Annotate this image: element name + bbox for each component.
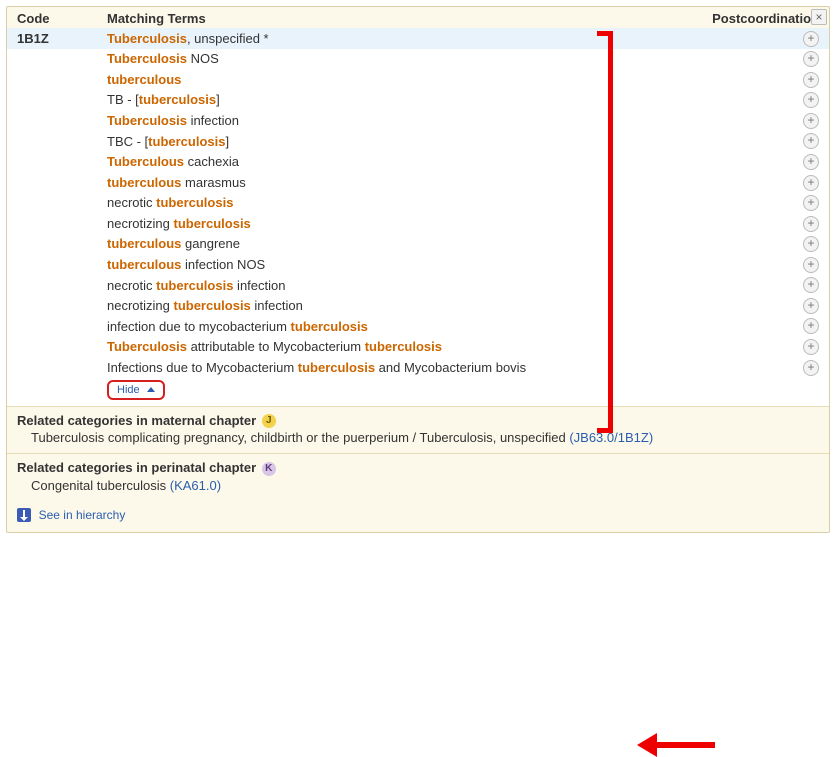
chapter-chip-j: J (262, 414, 276, 428)
result-postcoord: + (699, 277, 819, 294)
postcoord-add-icon[interactable]: + (803, 298, 819, 314)
result-postcoord: + (699, 256, 819, 273)
perinatal-code-link[interactable]: (KA61.0) (170, 478, 221, 493)
postcoord-add-icon[interactable]: + (803, 257, 819, 273)
postcoord-add-icon[interactable]: + (803, 360, 819, 376)
result-row[interactable]: TBC - [tuberculosis] + (7, 131, 829, 152)
header-terms: Matching Terms (107, 11, 699, 26)
result-postcoord: + (699, 195, 819, 212)
hide-row-wrap: Hide (7, 378, 829, 406)
result-term: tuberculous (107, 72, 699, 87)
result-postcoord: + (699, 318, 819, 335)
maternal-section: Related categories in maternal chapter J… (7, 406, 829, 454)
result-row[interactable]: Tuberculosis attributable to Mycobacteri… (7, 336, 829, 357)
result-row[interactable]: Tuberculous cachexia + (7, 151, 829, 172)
result-term: necrotizing tuberculosis infection (107, 298, 699, 313)
result-row[interactable]: TB - [tuberculosis] + (7, 90, 829, 111)
result-term: TB - [tuberculosis] (107, 92, 699, 107)
postcoord-add-icon[interactable]: + (803, 195, 819, 211)
result-postcoord: + (699, 359, 819, 376)
result-term: Tuberculosis NOS (107, 51, 699, 66)
postcoord-add-icon[interactable]: + (803, 92, 819, 108)
perinatal-text: Congenital tuberculosis (31, 478, 170, 493)
hierarchy-icon (17, 508, 31, 522)
result-code: 1B1Z (17, 31, 107, 46)
result-postcoord: + (699, 71, 819, 88)
result-term: necrotizing tuberculosis (107, 216, 699, 231)
result-term: necrotic tuberculosis infection (107, 278, 699, 293)
maternal-text: Tuberculosis complicating pregnancy, chi… (31, 430, 569, 445)
result-term: TBC - [tuberculosis] (107, 134, 699, 149)
result-postcoord: + (699, 153, 819, 170)
maternal-title: Related categories in maternal chapter (17, 413, 256, 428)
postcoord-add-icon[interactable]: + (803, 154, 819, 170)
result-term: tuberculous marasmus (107, 175, 699, 190)
result-postcoord: + (699, 236, 819, 253)
result-row[interactable]: tuberculous + (7, 69, 829, 90)
postcoord-add-icon[interactable]: + (803, 236, 819, 252)
result-postcoord: + (699, 174, 819, 191)
result-postcoord: + (699, 215, 819, 232)
result-row[interactable]: infection due to mycobacterium tuberculo… (7, 316, 829, 337)
result-term: Tuberculosis infection (107, 113, 699, 128)
maternal-code-link[interactable]: (JB63.0/1B1Z) (569, 430, 653, 445)
close-icon[interactable]: × (811, 9, 827, 25)
postcoord-add-icon[interactable]: + (803, 72, 819, 88)
caret-up-icon (147, 387, 155, 392)
result-term: Tuberculosis attributable to Mycobacteri… (107, 339, 699, 354)
perinatal-title: Related categories in perinatal chapter (17, 460, 256, 475)
result-row[interactable]: tuberculous marasmus + (7, 172, 829, 193)
maternal-body: Tuberculosis complicating pregnancy, chi… (17, 428, 819, 451)
result-row[interactable]: tuberculous infection NOS + (7, 254, 829, 275)
result-postcoord: + (699, 112, 819, 129)
perinatal-body: Congenital tuberculosis (KA61.0) (17, 476, 819, 499)
postcoord-add-icon[interactable]: + (803, 133, 819, 149)
postcoord-add-icon[interactable]: + (803, 31, 819, 47)
postcoord-add-icon[interactable]: + (803, 339, 819, 355)
result-postcoord: + (699, 30, 819, 47)
postcoord-add-icon[interactable]: + (803, 175, 819, 191)
result-term: tuberculous infection NOS (107, 257, 699, 272)
hide-toggle[interactable]: Hide (107, 380, 165, 400)
result-row[interactable]: Infections due to Mycobacterium tubercul… (7, 357, 829, 378)
result-postcoord: + (699, 338, 819, 355)
result-postcoord: + (699, 51, 819, 68)
postcoord-add-icon[interactable]: + (803, 113, 819, 129)
chapter-chip-k: K (262, 462, 276, 476)
postcoord-add-icon[interactable]: + (803, 51, 819, 67)
result-row[interactable]: necrotizing tuberculosis infection + (7, 295, 829, 316)
result-term: infection due to mycobacterium tuberculo… (107, 319, 699, 334)
postcoord-add-icon[interactable]: + (803, 277, 819, 293)
result-row[interactable]: necrotizing tuberculosis + (7, 213, 829, 234)
result-postcoord: + (699, 297, 819, 314)
result-term: necrotic tuberculosis (107, 195, 699, 210)
header-code: Code (17, 11, 107, 26)
see-in-hierarchy-link[interactable]: See in hierarchy (39, 508, 126, 522)
result-term: Tuberculosis, unspecified * (107, 31, 699, 46)
perinatal-section: Related categories in perinatal chapter … (7, 453, 829, 501)
result-term: tuberculous gangrene (107, 236, 699, 251)
result-row[interactable]: necrotic tuberculosis + (7, 193, 829, 214)
results-list: 1B1ZTuberculosis, unspecified *+Tubercul… (7, 28, 829, 378)
result-postcoord: + (699, 133, 819, 150)
result-term: Infections due to Mycobacterium tubercul… (107, 360, 699, 375)
results-panel: × Code Matching Terms Postcoordination 1… (6, 6, 830, 533)
result-row[interactable]: Tuberculosis NOS + (7, 49, 829, 70)
result-term: Tuberculous cachexia (107, 154, 699, 169)
see-in-hierarchy-row: See in hierarchy (7, 501, 829, 533)
result-postcoord: + (699, 92, 819, 109)
results-header: Code Matching Terms Postcoordination (7, 7, 829, 28)
result-row[interactable]: 1B1ZTuberculosis, unspecified * + (7, 28, 829, 49)
result-row[interactable]: necrotic tuberculosis infection + (7, 275, 829, 296)
result-row[interactable]: Tuberculosis infection + (7, 110, 829, 131)
postcoord-add-icon[interactable]: + (803, 318, 819, 334)
result-row[interactable]: tuberculous gangrene + (7, 234, 829, 255)
postcoord-add-icon[interactable]: + (803, 216, 819, 232)
hide-label: Hide (117, 384, 140, 396)
header-postcoordination: Postcoordination (699, 11, 819, 26)
